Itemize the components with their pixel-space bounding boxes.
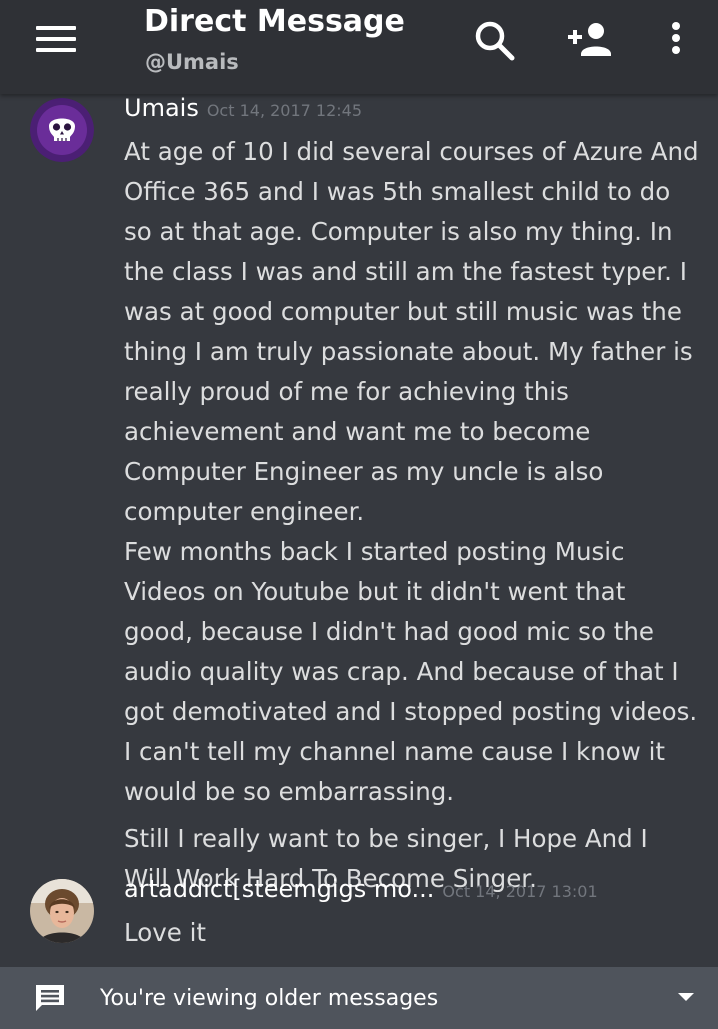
more-vertical-icon[interactable] [664,18,688,64]
older-messages-text: You're viewing older messages [100,986,439,1011]
message-header: Umais Oct 14, 2017 12:45 [124,94,362,122]
menu-icon[interactable] [30,22,82,60]
message-icon [36,985,64,1011]
avatar[interactable] [30,879,94,943]
username[interactable]: Umais [124,94,199,122]
older-messages-bar[interactable]: You're viewing older messages [0,967,718,1029]
top-app-bar: Direct Message @Umais [0,0,718,94]
username[interactable]: artaddict[steemgigs mo... [124,875,434,903]
message-list[interactable]: Umais Oct 14, 2017 12:45 At age of 10 I d… [0,94,718,967]
search-icon[interactable] [472,18,518,64]
timestamp: Oct 14, 2017 12:45 [206,101,363,120]
message-header: artaddict[steemgigs mo... Oct 14, 2017 13… [124,875,598,903]
photo-avatar-icon [30,879,94,943]
skull-avatar-icon [30,98,94,162]
chevron-down-icon[interactable] [678,993,694,1001]
timestamp: Oct 14, 2017 13:01 [442,882,598,901]
add-friend-icon[interactable] [566,18,620,64]
message-text: Few months back I started posting Music … [124,537,698,806]
message-content: Love it [124,913,699,953]
dm-screen: Direct Message @Umais Umais Oct 14, 2017… [0,0,718,1029]
avatar[interactable] [30,98,94,162]
channel-handle: @Umais [145,50,239,74]
message-content: At age of 10 I did several courses of Az… [124,132,699,899]
message-text: At age of 10 I did several courses of Az… [124,137,699,526]
page-title: Direct Message [144,4,405,39]
message-text: Love it [124,918,206,947]
